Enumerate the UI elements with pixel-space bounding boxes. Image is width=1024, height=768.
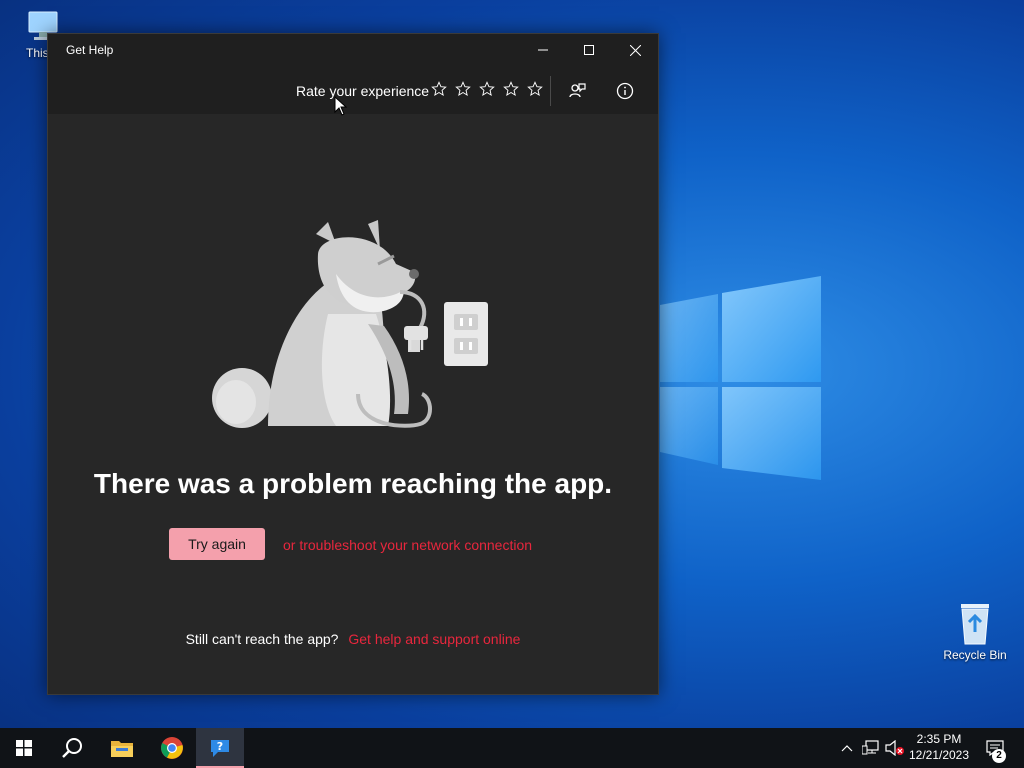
- support-row: Still can't reach the app? Get help and …: [48, 631, 658, 647]
- star-rating-5[interactable]: [526, 80, 544, 98]
- start-button[interactable]: [0, 728, 48, 768]
- rate-experience-label: Rate your experience: [296, 83, 430, 99]
- star-rating-2[interactable]: [454, 80, 472, 98]
- maximize-button[interactable]: [566, 34, 612, 66]
- rating-stars: [430, 80, 544, 98]
- star-icon: [479, 81, 495, 96]
- window-title: Get Help: [66, 43, 114, 57]
- chrome-button[interactable]: [148, 728, 196, 768]
- file-explorer-icon: [111, 741, 133, 757]
- still-cant-reach-text: Still can't reach the app?: [185, 631, 339, 647]
- clock-date: 12/21/2023: [908, 748, 970, 762]
- info-icon: [616, 82, 634, 100]
- file-explorer-button[interactable]: [98, 728, 146, 768]
- desktop-icon-recycle-bin[interactable]: Recycle Bin: [937, 600, 1013, 662]
- mouse-cursor-icon: [334, 96, 348, 116]
- star-icon: [527, 81, 543, 96]
- desktop-icon-label: Recycle Bin: [943, 648, 1007, 662]
- show-hidden-icons-button[interactable]: [838, 728, 856, 768]
- troubleshoot-network-link[interactable]: or troubleshoot your network connection: [283, 537, 532, 553]
- start-icon: [16, 740, 32, 756]
- get-help-icon: ?: [211, 740, 229, 757]
- minimize-button[interactable]: [520, 34, 566, 66]
- star-icon: [431, 81, 447, 96]
- svg-text:?: ?: [217, 740, 223, 753]
- recycle-bin-icon: [961, 604, 989, 645]
- get-help-window: Get Help Rate your experience There was …: [47, 33, 659, 695]
- title-bar[interactable]: Get Help: [48, 34, 658, 66]
- error-headline: There was a problem reaching the app.: [93, 468, 613, 499]
- star-rating-4[interactable]: [502, 80, 520, 98]
- notification-count-badge: 2: [992, 749, 1006, 763]
- volume-button[interactable]: [884, 728, 906, 768]
- star-rating-3[interactable]: [478, 80, 496, 98]
- unplugged-dog-illustration: [212, 220, 488, 428]
- star-icon: [503, 81, 519, 96]
- get-help-taskbar-button[interactable]: ?: [196, 728, 244, 768]
- search-icon: [62, 738, 82, 758]
- network-button[interactable]: [860, 728, 882, 768]
- star-icon: [455, 81, 471, 96]
- volume-muted-icon: [885, 740, 904, 756]
- show-hidden-icons-icon: [841, 745, 853, 752]
- info-button[interactable]: [610, 76, 640, 106]
- toolbar-divider: [550, 76, 551, 106]
- try-again-button[interactable]: Try again: [169, 528, 265, 560]
- feedback-button[interactable]: [562, 76, 592, 106]
- clock-time: 2:35 PM: [916, 732, 962, 746]
- chrome-icon: [161, 737, 183, 759]
- star-rating-1[interactable]: [430, 80, 448, 98]
- close-icon: [629, 44, 641, 56]
- feedback-icon: [569, 83, 586, 98]
- maximize-icon: [584, 45, 594, 55]
- windows-logo-wallpaper: [660, 276, 821, 480]
- taskbar: ? 2:35 PM 12/21/2023 2: [0, 728, 1024, 768]
- close-button[interactable]: [612, 34, 658, 66]
- network-icon: [862, 740, 879, 755]
- search-button[interactable]: [48, 728, 96, 768]
- minimize-icon: [538, 49, 548, 51]
- get-help-online-link[interactable]: Get help and support online: [348, 631, 520, 647]
- taskbar-clock[interactable]: 2:35 PM 12/21/2023: [906, 731, 972, 763]
